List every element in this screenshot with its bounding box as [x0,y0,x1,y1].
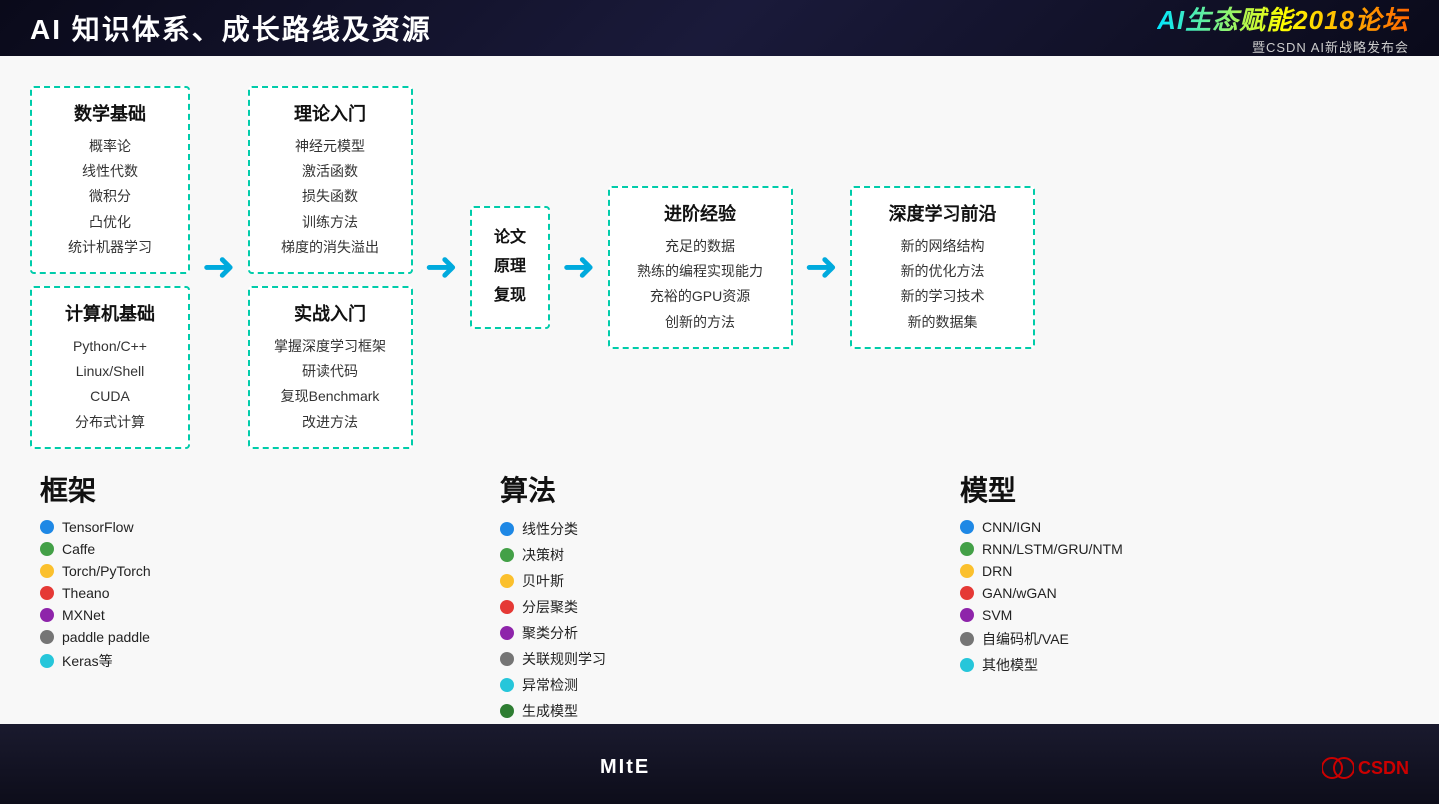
list-item: RNN/LSTM/GRU/NTM [960,541,1240,557]
advanced-items: 充足的数据熟练的编程实现能力充裕的GPU资源创新的方法 [626,234,775,335]
arrow-4: ➜ [805,247,839,287]
list-item: 自编码机/VAE [960,629,1240,649]
list-item: Keras等 [40,651,300,671]
arrow-2: ➜ [425,247,459,287]
arrow-3: ➜ [562,247,596,287]
advanced-title: 进阶经验 [626,200,775,226]
list-item: TensorFlow [40,519,300,535]
theory-items: 神经元模型激活函数损失函数训练方法梯度的消失溢出 [266,134,395,260]
logo-main: AI生态赋能2018论坛 [1157,0,1409,37]
arrow-1: ➜ [202,247,236,287]
algorithms-title: 算法 [500,469,760,509]
list-item: GAN/wGAN [960,585,1240,601]
list-item: Caffe [40,541,300,557]
list-item: MXNet [40,607,300,623]
models-title: 模型 [960,469,1240,509]
math-box: 数学基础 概率论线性代数微积分凸优化统计机器学习 [30,86,190,274]
mid-boxes: 理论入门 神经元模型激活函数损失函数训练方法梯度的消失溢出 实战入门 掌握深度学… [248,86,413,449]
practice-items: 掌握深度学习框架研读代码复现Benchmark改进方法 [266,334,395,435]
list-item: 异常检测 [500,675,760,695]
frontier-title: 深度学习前沿 [868,200,1017,226]
list-item: SVM [960,607,1240,623]
list-item: CNN/IGN [960,519,1240,535]
mite-label: MItE [600,756,650,779]
left-boxes: 数学基础 概率论线性代数微积分凸优化统计机器学习 计算机基础 Python/C+… [30,86,190,449]
list-item: 其他模型 [960,655,1240,675]
list-item: Torch/PyTorch [40,563,300,579]
list-item: paddle paddle [40,629,300,645]
frontier-items: 新的网络结构新的优化方法新的学习技术新的数据集 [868,234,1017,335]
math-items: 概率论线性代数微积分凸优化统计机器学习 [48,134,172,260]
flow-diagram: 数学基础 概率论线性代数微积分凸优化统计机器学习 计算机基础 Python/C+… [30,86,1409,449]
list-item: 决策树 [500,545,760,565]
paper-box: 论文原理复现 [470,206,550,328]
frontier-box: 深度学习前沿 新的网络结构新的优化方法新的学习技术新的数据集 [850,186,1035,349]
frameworks-title: 框架 [40,469,300,509]
logo-sub: 暨CSDN AI新战略发布会 [1252,37,1409,56]
theory-box: 理论入门 神经元模型激活函数损失函数训练方法梯度的消失溢出 [248,86,413,274]
frameworks-list: TensorFlow Caffe Torch/PyTorch Theano MXNet p… [40,519,300,671]
list-item: 线性分类 [500,519,760,539]
cs-title: 计算机基础 [48,300,172,326]
page-title: AI 知识体系、成长路线及资源 [30,8,432,48]
csdn-icon [1322,752,1354,784]
list-item: Theano [40,585,300,601]
csdn-logo: CSDN [1322,752,1409,784]
list-item: DRN [960,563,1240,579]
practice-box: 实战入门 掌握深度学习框架研读代码复现Benchmark改进方法 [248,286,413,449]
theory-title: 理论入门 [266,100,395,126]
models-list: CNN/IGN RNN/LSTM/GRU/NTM DRN GAN/wGAN SVM 自编码… [960,519,1240,675]
paper-text: 论文原理复现 [486,224,534,310]
list-item: 聚类分析 [500,623,760,643]
cs-items: Python/C++Linux/ShellCUDA分布式计算 [48,334,172,435]
main-content: 数学基础 概率论线性代数微积分凸优化统计机器学习 计算机基础 Python/C+… [0,56,1439,724]
cs-box: 计算机基础 Python/C++Linux/ShellCUDA分布式计算 [30,286,190,449]
list-item: 关联规则学习 [500,649,760,669]
logo-area: AI生态赋能2018论坛 暨CSDN AI新战略发布会 [1157,0,1409,56]
list-item: 生成模型 [500,701,760,721]
header: AI 知识体系、成长路线及资源 AI生态赋能2018论坛 暨CSDN AI新战略… [0,0,1439,56]
math-title: 数学基础 [48,100,172,126]
csdn-text: CSDN [1358,758,1409,779]
practice-title: 实战入门 [266,300,395,326]
advanced-box: 进阶经验 充足的数据熟练的编程实现能力充裕的GPU资源创新的方法 [608,186,793,349]
list-item: 分层聚类 [500,597,760,617]
list-item: 贝叶斯 [500,571,760,591]
bottom-bar: MItE [0,724,1439,804]
